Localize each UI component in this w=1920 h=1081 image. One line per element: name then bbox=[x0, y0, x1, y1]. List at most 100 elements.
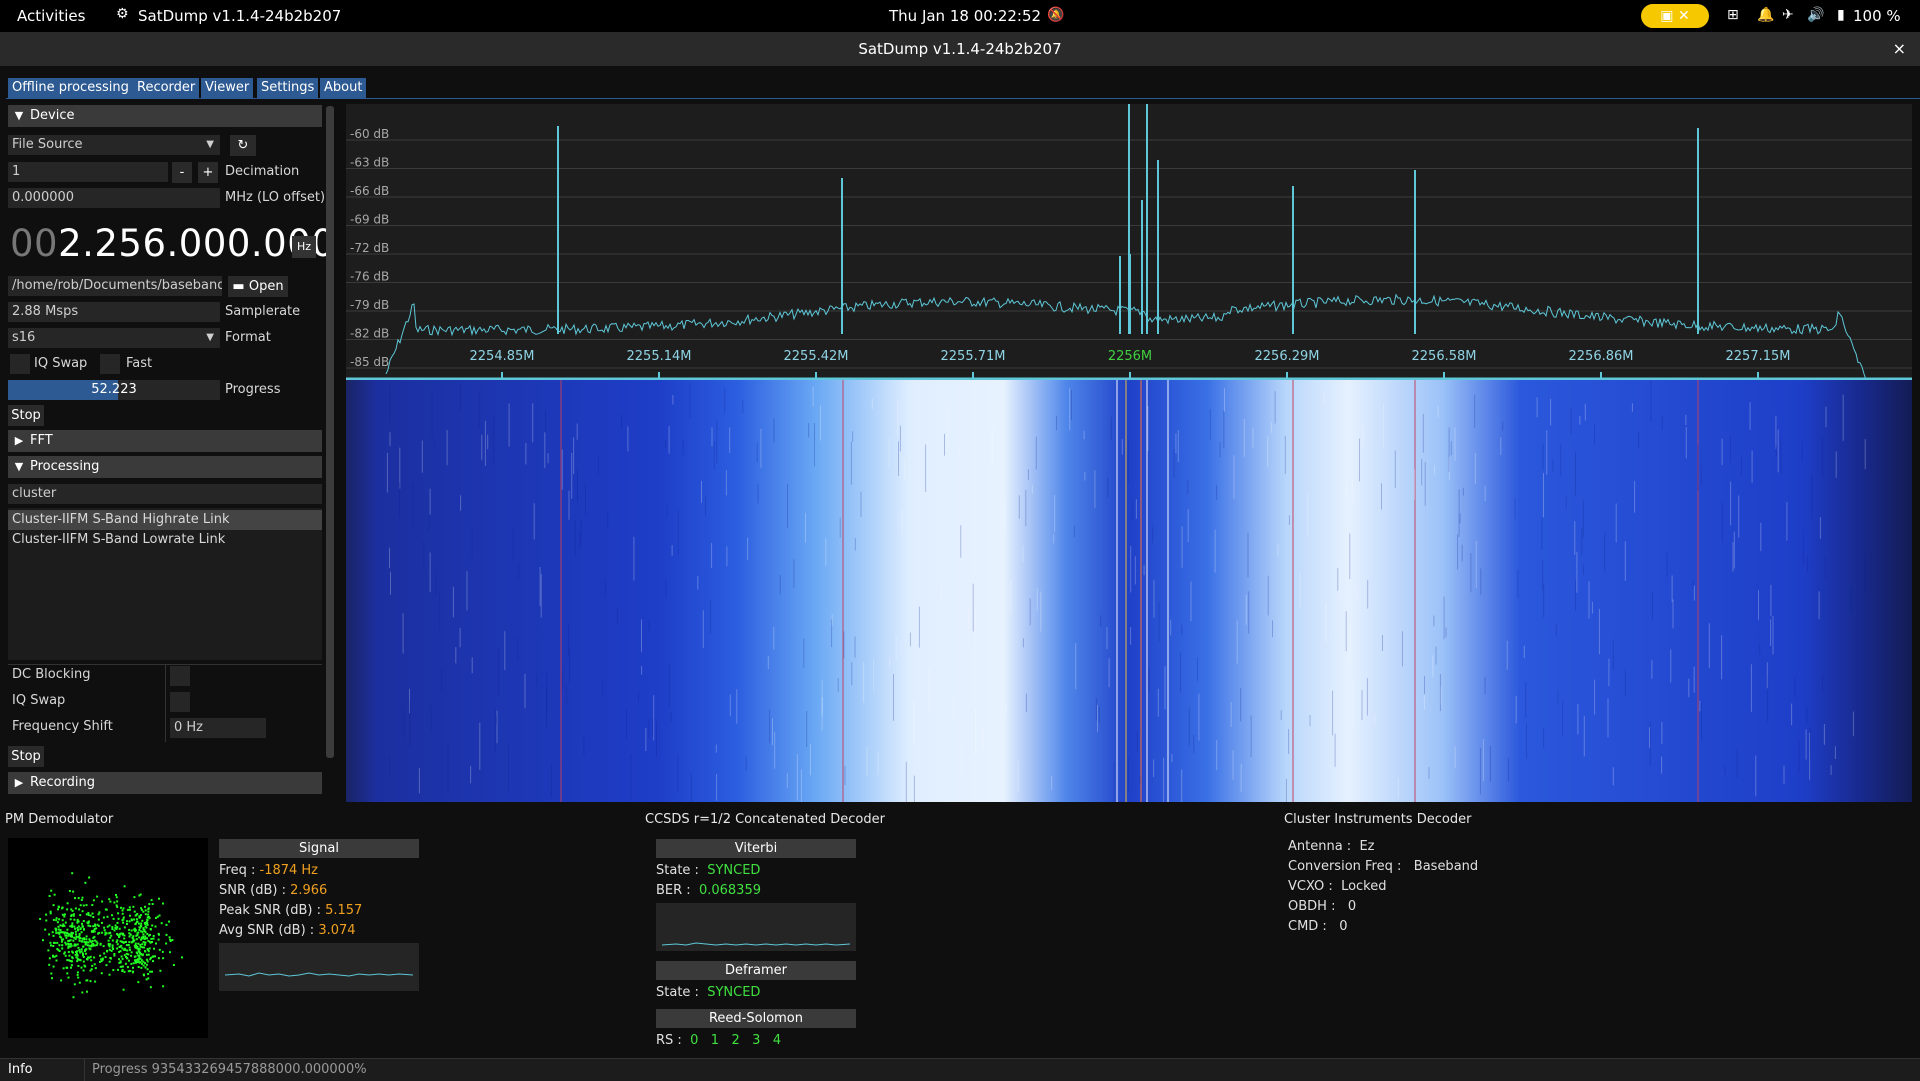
tab-recorder[interactable]: Recorder bbox=[133, 78, 200, 98]
network-icon: ⊞ bbox=[1727, 7, 1739, 23]
constellation-point bbox=[137, 958, 140, 961]
constellation-point bbox=[127, 944, 130, 946]
tab-viewer[interactable]: Viewer bbox=[201, 78, 254, 98]
recording-header[interactable]: ▶ Recording bbox=[8, 772, 322, 794]
avg-snr-value: 3.074 bbox=[318, 923, 356, 938]
constellation-point bbox=[94, 967, 97, 970]
constellation-point bbox=[73, 983, 76, 986]
constellation-point bbox=[121, 969, 124, 971]
constellation-point bbox=[94, 980, 97, 983]
fft-header[interactable]: ▶ FFT bbox=[8, 430, 322, 452]
constellation-point bbox=[76, 973, 79, 976]
constellation-point bbox=[128, 946, 131, 949]
frequency-unit[interactable]: Hz bbox=[292, 236, 316, 258]
constellation-point bbox=[70, 964, 73, 967]
constellation-point bbox=[80, 948, 83, 951]
constellation-point bbox=[118, 958, 121, 961]
constellation-point bbox=[82, 969, 85, 972]
left-panel-scrollbar[interactable] bbox=[326, 106, 334, 758]
constellation-point bbox=[140, 922, 143, 925]
constellation-point bbox=[147, 913, 150, 916]
constellation-point bbox=[135, 918, 138, 921]
stop-share-icon[interactable]: ✕ bbox=[1678, 8, 1690, 24]
constellation-point bbox=[94, 939, 97, 942]
constellation-point bbox=[81, 910, 84, 913]
deframer-state-label: State : bbox=[656, 985, 699, 1000]
frequency-shift-input[interactable]: 0 Hz bbox=[170, 718, 266, 738]
constellation-point bbox=[119, 961, 122, 964]
dc-blocking-checkbox[interactable] bbox=[170, 666, 190, 686]
constellation-point bbox=[115, 941, 118, 943]
constellation-point bbox=[78, 939, 81, 942]
iq-swap-option-checkbox[interactable] bbox=[170, 692, 190, 712]
constellation-point bbox=[158, 897, 160, 900]
constellation-point bbox=[55, 959, 58, 962]
constellation-point bbox=[165, 942, 168, 945]
constellation-point bbox=[116, 926, 119, 929]
constellation-point bbox=[121, 932, 124, 935]
waterfall-display[interactable] bbox=[346, 380, 1912, 802]
constellation-point bbox=[52, 904, 55, 907]
iq-swap-checkbox[interactable] bbox=[10, 354, 30, 374]
format-select[interactable]: s16 ▼ bbox=[8, 328, 220, 348]
pipeline-item[interactable]: Cluster-IIFM S-Band Highrate Link bbox=[12, 512, 230, 527]
constellation-point bbox=[147, 950, 150, 953]
pipeline-search-input[interactable]: cluster bbox=[8, 484, 322, 504]
constellation-point bbox=[128, 908, 131, 911]
constellation-point bbox=[76, 971, 79, 974]
tab-about[interactable]: About bbox=[320, 78, 367, 98]
decimation-plus-button[interactable]: + bbox=[198, 162, 218, 183]
constellation-point bbox=[66, 959, 69, 962]
constellation-point bbox=[57, 908, 59, 911]
open-file-button[interactable]: ▬ Open bbox=[228, 276, 288, 297]
screen-share-indicator[interactable]: ▣ ✕ bbox=[1641, 4, 1709, 28]
samplerate-input[interactable]: 2.88 Msps bbox=[8, 302, 220, 322]
constellation-point bbox=[104, 908, 107, 911]
constellation-point bbox=[72, 939, 75, 942]
clock[interactable]: Thu Jan 18 00:22:52 bbox=[889, 7, 1041, 25]
constellation-point bbox=[101, 931, 104, 934]
battery-level[interactable]: 100 % bbox=[1853, 7, 1901, 25]
constellation-point bbox=[147, 953, 150, 956]
fast-checkbox[interactable] bbox=[100, 354, 120, 374]
freq-label: Freq : bbox=[219, 863, 256, 878]
avg-snr-label: Avg SNR (dB) : bbox=[219, 923, 315, 938]
app-gear-icon: ⚙ bbox=[116, 6, 129, 22]
constellation-point bbox=[125, 952, 128, 955]
stop-file-button[interactable]: Stop bbox=[8, 405, 44, 426]
tab-settings[interactable]: Settings bbox=[257, 78, 319, 98]
deframer-state-value: SYNCED bbox=[707, 985, 761, 1000]
constellation-point bbox=[139, 916, 142, 919]
constellation-point bbox=[58, 950, 61, 952]
activities-button[interactable]: Activities bbox=[17, 7, 85, 25]
constellation-point bbox=[68, 943, 70, 946]
constellation-point bbox=[74, 944, 77, 947]
lo-offset-input[interactable]: 0.000000 bbox=[8, 188, 220, 208]
constellation-point bbox=[111, 939, 114, 942]
device-header[interactable]: ▼ Device bbox=[8, 105, 322, 127]
constellation-point bbox=[55, 929, 58, 932]
collapse-arrow-icon: ▼ bbox=[14, 460, 24, 473]
constellation-point bbox=[72, 996, 75, 999]
constellation-point bbox=[88, 876, 91, 879]
frequency-display[interactable]: 002.256.000.000 bbox=[10, 222, 335, 265]
decimation-minus-button[interactable]: - bbox=[172, 162, 192, 183]
app-menu[interactable]: SatDump v1.1.4-24b2b207 bbox=[138, 7, 341, 25]
pipeline-item[interactable]: Cluster-IIFM S-Band Lowrate Link bbox=[12, 532, 225, 547]
decimation-input[interactable]: 1 bbox=[8, 162, 168, 182]
constellation-point bbox=[150, 937, 153, 940]
constellation-point bbox=[63, 932, 66, 935]
constellation-point bbox=[52, 955, 55, 958]
constellation-point bbox=[70, 960, 73, 962]
fft-spectrum-plot[interactable]: -60 dB -63 dB -66 dB -69 dB -72 dB -76 dB -79 … bbox=[346, 104, 1912, 380]
constellation-point bbox=[143, 922, 146, 924]
constellation-point bbox=[144, 941, 147, 944]
close-icon[interactable]: × bbox=[1893, 39, 1906, 58]
tab-offline-processing[interactable]: Offline processing bbox=[8, 78, 133, 98]
stop-processing-button[interactable]: Stop bbox=[8, 746, 44, 767]
source-select[interactable]: File Source ▼ bbox=[8, 135, 220, 155]
processing-header[interactable]: ▼ Processing bbox=[8, 456, 322, 478]
dropdown-arrow-icon: ▼ bbox=[206, 139, 214, 150]
file-path-input[interactable]: /home/rob/Documents/baseband: bbox=[8, 276, 222, 296]
refresh-icon[interactable]: ↻ bbox=[230, 135, 256, 156]
